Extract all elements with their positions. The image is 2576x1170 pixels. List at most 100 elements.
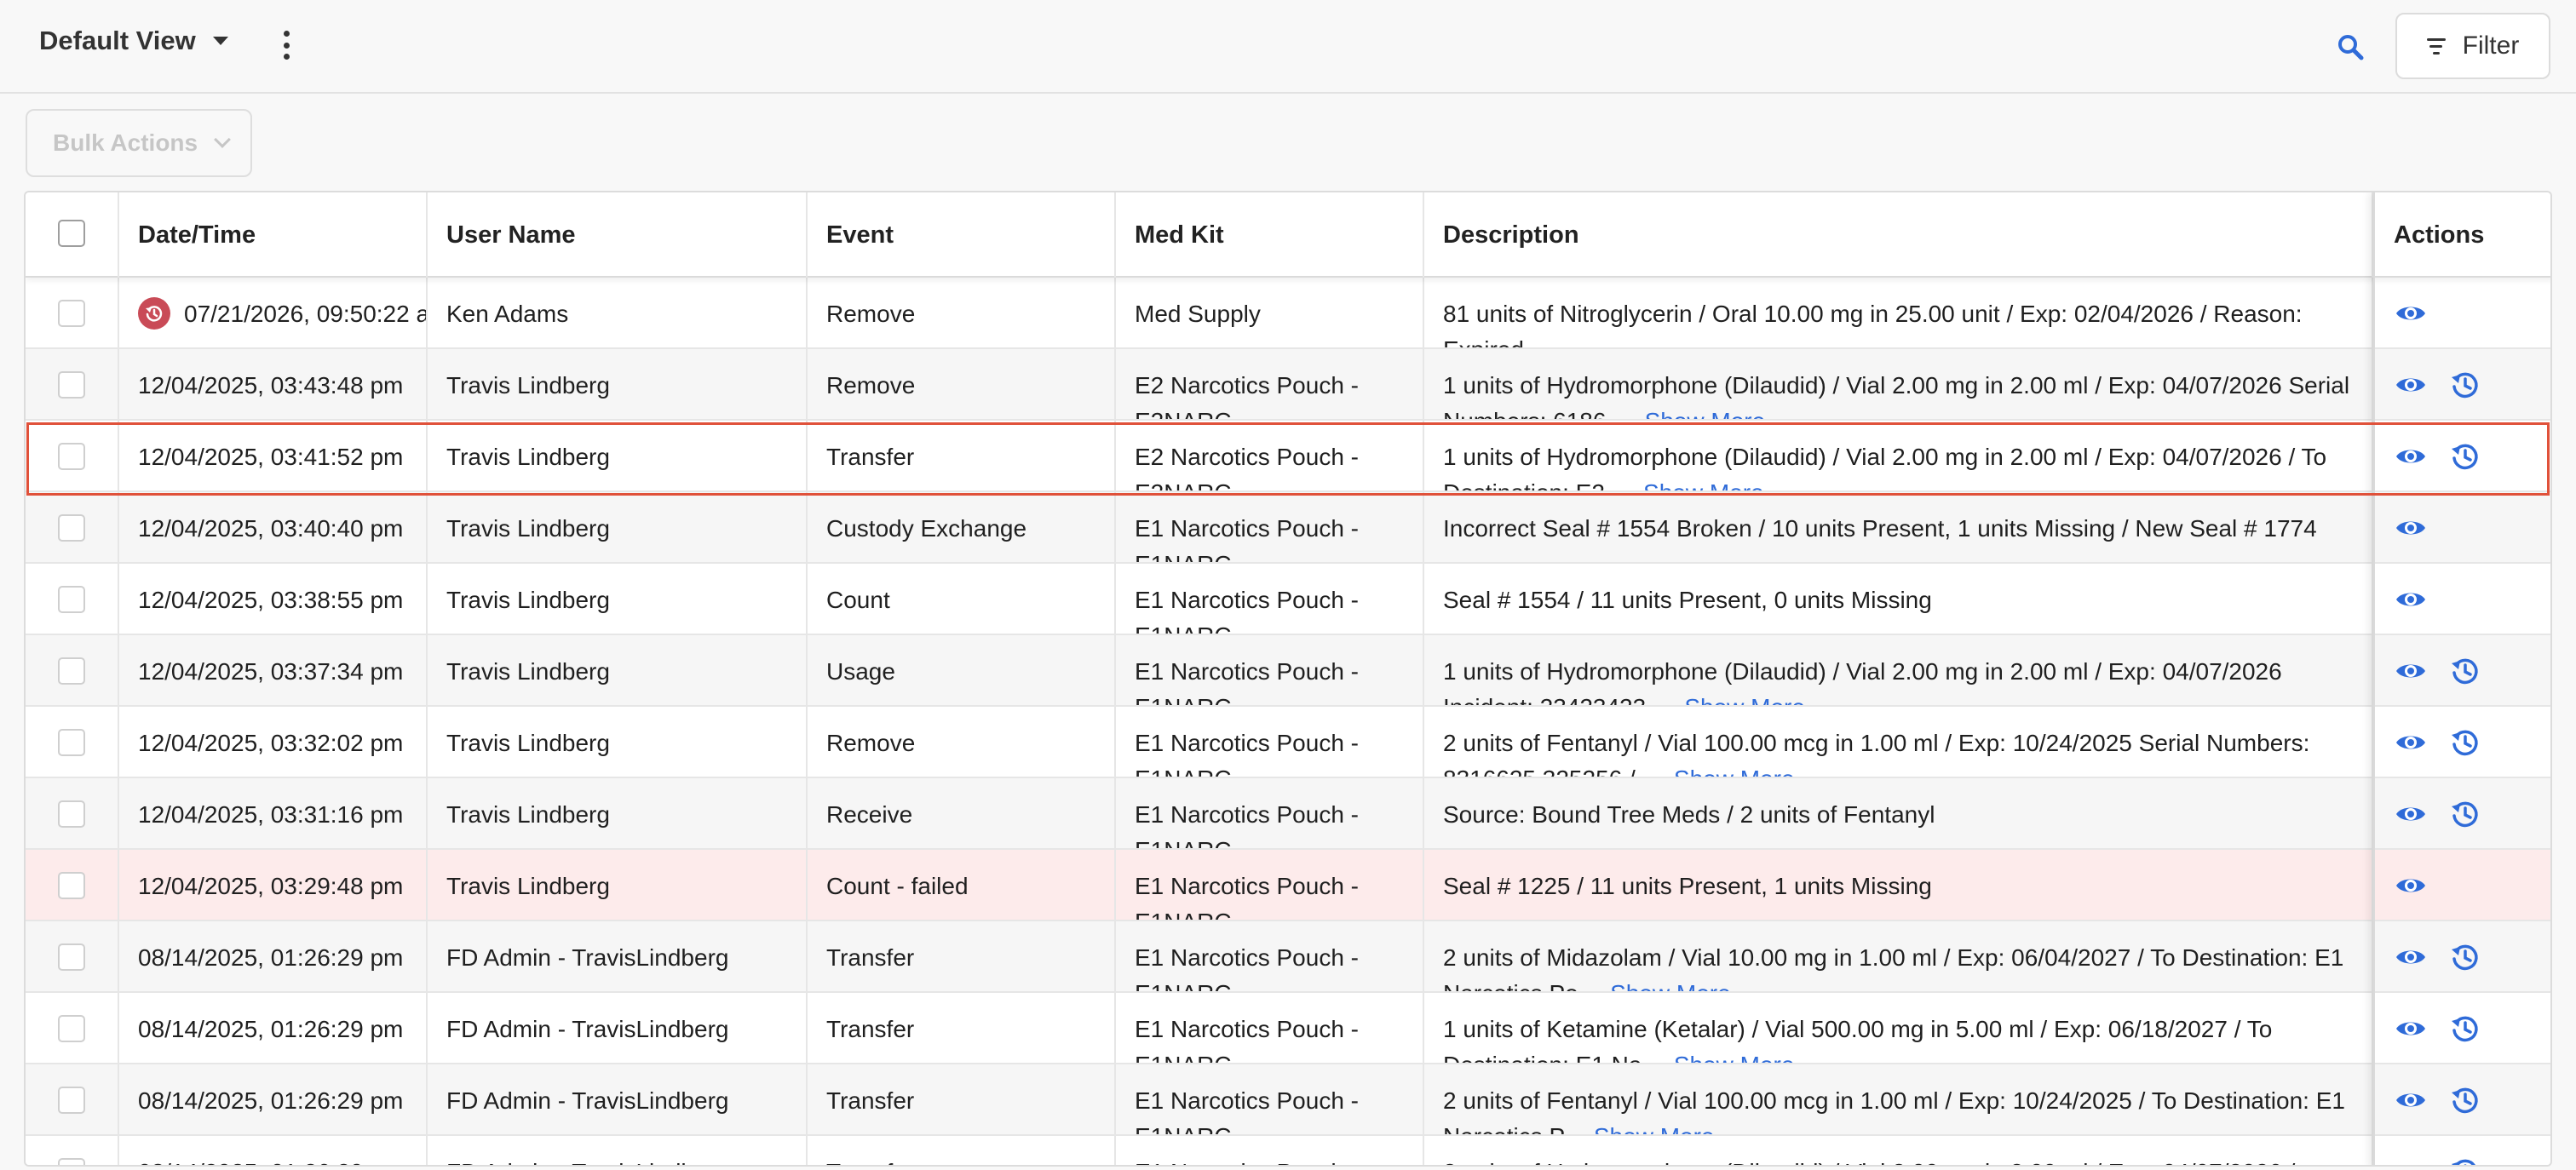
table-row[interactable]: 08/14/2025, 01:26:29 pm FD Admin - Travis… xyxy=(26,1064,2550,1136)
row-checkbox[interactable] xyxy=(58,729,85,756)
cell-text: FD Admin - TravisLindberg xyxy=(446,1016,729,1042)
cell-text: 1 units of Ketamine (Ketalar) / Vial 500… xyxy=(1443,1016,2273,1063)
row-actions xyxy=(2373,1136,2550,1165)
cell-user: Travis Lindberg xyxy=(428,707,808,777)
column-header-datetime[interactable]: Date/Time xyxy=(119,192,428,278)
cell-description: 2 units of Fentanyl / Vial 100.00 mcg in… xyxy=(1424,1064,2373,1134)
eye-icon[interactable] xyxy=(2394,439,2428,473)
history-icon[interactable] xyxy=(2448,726,2482,760)
eye-icon[interactable] xyxy=(2394,869,2428,903)
kebab-menu-icon[interactable] xyxy=(281,31,291,60)
column-header-user[interactable]: User Name xyxy=(428,192,808,278)
history-icon[interactable] xyxy=(2448,439,2482,473)
eye-icon[interactable] xyxy=(2394,1012,2428,1046)
show-more-link[interactable]: Show More xyxy=(1645,408,1766,419)
cell-text: E2 Narcotics Pouch - E2NARC xyxy=(1135,444,1359,490)
cell-user: Travis Lindberg xyxy=(428,492,808,562)
show-more-link[interactable]: Show More xyxy=(1684,694,1805,705)
table-row[interactable]: 08/14/2025, 01:26:29 pm FD Admin - Travis… xyxy=(26,1136,2550,1165)
table-row[interactable]: 12/04/2025, 03:29:48 pm Travis Lindberg Co… xyxy=(26,850,2550,921)
show-more-link[interactable]: Show More xyxy=(1674,766,1795,777)
row-checkbox[interactable] xyxy=(58,300,85,327)
history-icon[interactable] xyxy=(2448,1012,2482,1046)
eye-icon[interactable] xyxy=(2394,368,2428,402)
show-more-link[interactable]: Show More xyxy=(1674,1052,1795,1063)
table-row[interactable]: 08/14/2025, 01:26:29 pm FD Admin - Travis… xyxy=(26,993,2550,1064)
history-icon[interactable] xyxy=(2448,1083,2482,1117)
eye-icon[interactable] xyxy=(2394,582,2428,617)
row-checkbox[interactable] xyxy=(58,514,85,542)
eye-icon[interactable] xyxy=(2394,1083,2428,1117)
cell-text: 08/14/2025, 01:26:29 pm xyxy=(138,1016,404,1042)
cell-medkit: E1 Narcotics Pouch - E1NARC xyxy=(1116,921,1424,991)
filter-icon xyxy=(2426,37,2446,54)
cell-medkit: E1 Narcotics Pouch - E1NARC xyxy=(1116,850,1424,920)
column-header-medkit[interactable]: Med Kit xyxy=(1116,192,1424,278)
eye-icon[interactable] xyxy=(2394,940,2428,974)
eye-icon[interactable] xyxy=(2394,797,2428,831)
cell-datetime: 08/14/2025, 01:26:29 pm xyxy=(119,1064,428,1134)
eye-icon[interactable] xyxy=(2394,726,2428,760)
history-icon[interactable] xyxy=(2448,1155,2482,1165)
eye-icon[interactable] xyxy=(2394,654,2428,688)
row-select-cell xyxy=(26,707,119,777)
cell-text: Usage xyxy=(826,658,895,685)
row-checkbox[interactable] xyxy=(58,943,85,971)
show-more-link[interactable]: Show More xyxy=(1643,479,1764,490)
row-checkbox[interactable] xyxy=(58,1158,85,1165)
column-header-description[interactable]: Description xyxy=(1424,192,2373,278)
table-row[interactable]: 12/04/2025, 03:41:52 pm Travis Lindberg Tr… xyxy=(26,421,2550,492)
view-selector[interactable]: Default View xyxy=(39,26,228,56)
select-all-checkbox[interactable] xyxy=(58,220,85,247)
table-row[interactable]: 07/21/2026, 09:50:22 am Ken Adams Remove Me… xyxy=(26,278,2550,349)
cell-event: Custody Exchange xyxy=(808,492,1116,562)
cell-text: E1 Narcotics Pouch - E1NARC xyxy=(1135,873,1359,920)
row-checkbox[interactable] xyxy=(58,657,85,685)
table-row[interactable]: 12/04/2025, 03:37:34 pm Travis Lindberg Us… xyxy=(26,635,2550,707)
eye-icon[interactable] xyxy=(2394,511,2428,545)
cell-event: Usage xyxy=(808,635,1116,705)
cell-description: Incorrect Seal # 1554 Broken / 10 units … xyxy=(1424,492,2373,562)
cell-text: Incorrect Seal # 1554 Broken / 10 units … xyxy=(1443,515,2317,542)
row-checkbox[interactable] xyxy=(58,1015,85,1042)
table-row[interactable]: 12/04/2025, 03:40:40 pm Travis Lindberg Cu… xyxy=(26,492,2550,564)
search-button[interactable] xyxy=(2334,31,2368,65)
bulk-actions-button[interactable]: Bulk Actions xyxy=(26,109,252,177)
row-select-cell xyxy=(26,1136,119,1165)
row-checkbox[interactable] xyxy=(58,872,85,899)
eye-icon[interactable] xyxy=(2394,1155,2428,1165)
row-checkbox[interactable] xyxy=(58,586,85,613)
eye-icon[interactable] xyxy=(2394,296,2428,330)
table-row[interactable]: 12/04/2025, 03:38:55 pm Travis Lindberg Co… xyxy=(26,564,2550,635)
table-row[interactable]: 12/04/2025, 03:32:02 pm Travis Lindberg Re… xyxy=(26,707,2550,778)
column-header-event[interactable]: Event xyxy=(808,192,1116,278)
row-checkbox[interactable] xyxy=(58,1087,85,1114)
cell-description: 2 units of Midazolam / Vial 10.00 mg in … xyxy=(1424,921,2373,991)
row-checkbox[interactable] xyxy=(58,443,85,470)
cell-datetime: 08/14/2025, 01:26:29 pm xyxy=(119,1136,428,1165)
table-row[interactable]: 12/04/2025, 03:31:16 pm Travis Lindberg Re… xyxy=(26,778,2550,850)
history-icon[interactable] xyxy=(2448,654,2482,688)
cell-datetime: 12/04/2025, 03:37:34 pm xyxy=(119,635,428,705)
cell-text: 1 units of Hydromorphone (Dilaudid) / Vi… xyxy=(1443,372,2350,419)
row-checkbox[interactable] xyxy=(58,371,85,399)
filter-button[interactable]: Filter xyxy=(2395,13,2550,79)
row-checkbox[interactable] xyxy=(58,800,85,828)
cell-text: 07/21/2026, 09:50:22 am xyxy=(184,301,428,327)
row-select-cell xyxy=(26,1064,119,1134)
table-row[interactable]: 08/14/2025, 01:26:29 pm FD Admin - Travis… xyxy=(26,921,2550,993)
history-icon[interactable] xyxy=(2448,797,2482,831)
filter-label: Filter xyxy=(2462,32,2520,60)
table-row[interactable]: 12/04/2025, 03:43:48 pm Travis Lindberg Re… xyxy=(26,349,2550,421)
show-more-link[interactable]: Show More xyxy=(1594,1123,1715,1134)
cell-datetime: 08/14/2025, 01:26:29 pm xyxy=(119,993,428,1063)
row-actions xyxy=(2373,492,2550,562)
cell-user: Travis Lindberg xyxy=(428,349,808,419)
history-icon[interactable] xyxy=(2448,940,2482,974)
show-more-link[interactable]: Show More xyxy=(1610,980,1731,991)
row-actions xyxy=(2373,421,2550,490)
cell-datetime: 12/04/2025, 03:32:02 pm xyxy=(119,707,428,777)
history-icon[interactable] xyxy=(2448,368,2482,402)
cell-event: Transfer xyxy=(808,421,1116,490)
cell-text: Remove xyxy=(826,372,916,399)
